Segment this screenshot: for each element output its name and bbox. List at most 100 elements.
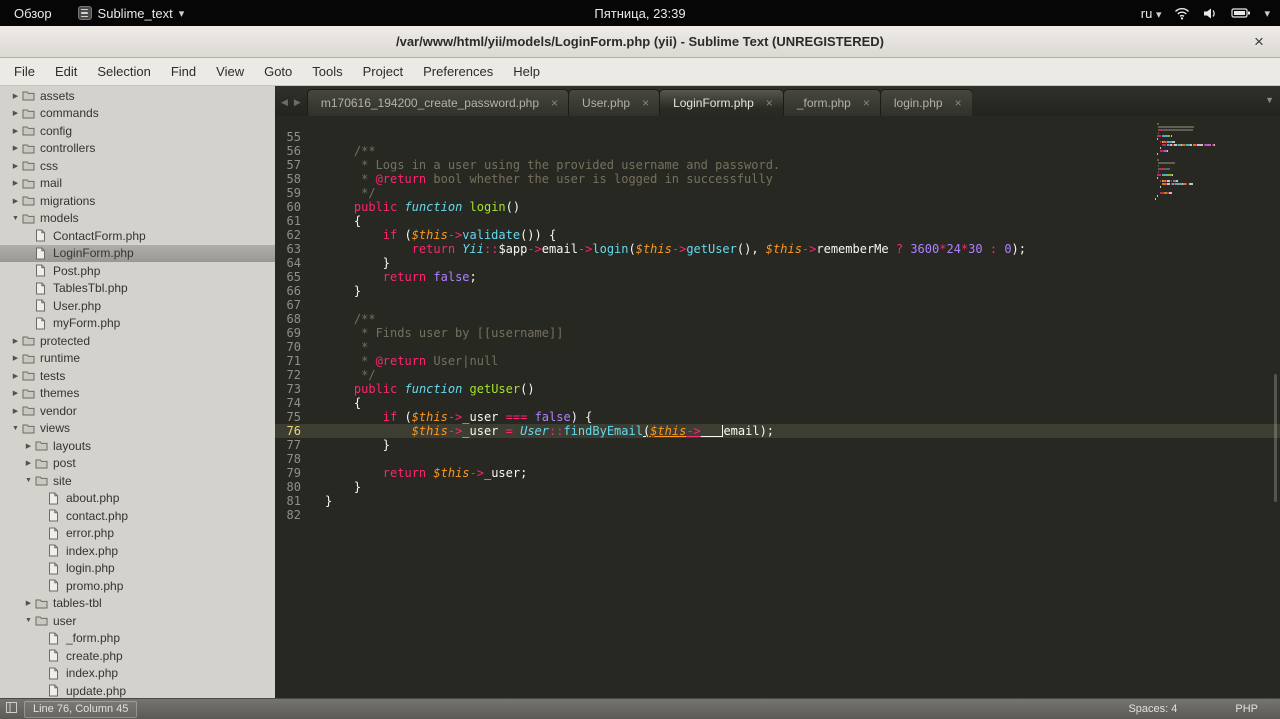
line-number[interactable]: 59 (275, 186, 315, 200)
expand-arrow-icon[interactable]: ▶ (9, 337, 22, 345)
sidebar-folder-post[interactable]: ▶ post (0, 455, 275, 473)
code-editor[interactable]: 55 56 /** 57 * Logs in a user using the pr… (275, 116, 1280, 698)
menu-view[interactable]: View (206, 59, 254, 84)
sidebar-folder-site[interactable]: ▼ site (0, 472, 275, 490)
menu-preferences[interactable]: Preferences (413, 59, 503, 84)
sidebar-file-index-php[interactable]: index.php (0, 542, 275, 560)
line-number[interactable]: 62 (275, 228, 315, 242)
line-number[interactable]: 70 (275, 340, 315, 354)
syntax-setting[interactable]: PHP (1235, 703, 1258, 715)
line-number[interactable]: 63 (275, 242, 315, 256)
expand-arrow-icon[interactable]: ▶ (9, 127, 22, 135)
sidebar-folder-layouts[interactable]: ▶ layouts (0, 437, 275, 455)
line-number[interactable]: 65 (275, 270, 315, 284)
code-line-75[interactable]: 75 if ($this->_user === false) { (275, 410, 1280, 424)
expand-arrow-icon[interactable]: ▶ (9, 109, 22, 117)
sidebar-file-update-php[interactable]: update.php (0, 682, 275, 698)
tab-login-php[interactable]: login.php × (879, 89, 972, 116)
tab-close-icon[interactable]: × (955, 96, 962, 110)
line-number[interactable]: 71 (275, 354, 315, 368)
code-line-57[interactable]: 57 * Logs in a user using the provided u… (275, 158, 1280, 172)
menu-goto[interactable]: Goto (254, 59, 302, 84)
code-line-78[interactable]: 78 (275, 452, 1280, 466)
sidebar-folder-mail[interactable]: ▶ mail (0, 175, 275, 193)
code-line-64[interactable]: 64 } (275, 256, 1280, 270)
tab-form-php[interactable]: _form.php × (782, 89, 881, 116)
sidebar-file-loginform-php[interactable]: LoginForm.php (0, 244, 275, 262)
line-number[interactable]: 60 (275, 200, 315, 214)
window-titlebar[interactable]: /var/www/html/yii/models/LoginForm.php (… (0, 26, 1280, 58)
code-line-80[interactable]: 80 } (275, 480, 1280, 494)
code-line-59[interactable]: 59 */ (275, 186, 1280, 200)
code-line-82[interactable]: 82 (275, 508, 1280, 522)
collapse-arrow-icon[interactable]: ▼ (22, 617, 35, 624)
collapse-arrow-icon[interactable]: ▼ (22, 477, 35, 484)
sidebar-file-contactform-php[interactable]: ContactForm.php (0, 227, 275, 245)
menu-tools[interactable]: Tools (302, 59, 352, 84)
code-line-76[interactable]: 76 $this->_user = User::findByEmail($thi… (275, 424, 1280, 438)
menu-find[interactable]: Find (161, 59, 206, 84)
code-line-74[interactable]: 74 { (275, 396, 1280, 410)
code-line-60[interactable]: 60 public function login() (275, 200, 1280, 214)
system-tray[interactable]: ru ▾ ▾ (1141, 6, 1270, 21)
minimap[interactable] (1155, 120, 1270, 204)
sidebar-folder-themes[interactable]: ▶ themes (0, 385, 275, 403)
indentation-setting[interactable]: Spaces: 4 (1128, 703, 1177, 715)
line-number[interactable]: 61 (275, 214, 315, 228)
sidebar-file-create-php[interactable]: create.php (0, 647, 275, 665)
sidebar-folder-controllers[interactable]: ▶ controllers (0, 140, 275, 158)
sidebar-file-tablestbl-php[interactable]: TablesTbl.php (0, 280, 275, 298)
tab-scroll-left-icon[interactable]: ◀ (281, 97, 288, 108)
tab-close-icon[interactable]: × (551, 96, 558, 110)
line-number[interactable]: 72 (275, 368, 315, 382)
collapse-arrow-icon[interactable]: ▼ (9, 425, 22, 432)
code-line-70[interactable]: 70 * (275, 340, 1280, 354)
line-number[interactable]: 55 (275, 130, 315, 144)
sidebar-file-post-php[interactable]: Post.php (0, 262, 275, 280)
menu-selection[interactable]: Selection (87, 59, 160, 84)
code-line-68[interactable]: 68 /** (275, 312, 1280, 326)
code-line-81[interactable]: 81} (275, 494, 1280, 508)
line-number[interactable]: 81 (275, 494, 315, 508)
code-line-55[interactable]: 55 (275, 130, 1280, 144)
line-number[interactable]: 64 (275, 256, 315, 270)
app-menu-button[interactable]: Sublime_text ▾ (77, 6, 184, 21)
menu-project[interactable]: Project (353, 59, 413, 84)
tab-scroll-right-icon[interactable]: ▶ (294, 97, 301, 108)
expand-arrow-icon[interactable]: ▶ (22, 599, 35, 607)
line-number[interactable]: 78 (275, 452, 315, 466)
sidebar-folder-runtime[interactable]: ▶ runtime (0, 350, 275, 368)
line-number[interactable]: 74 (275, 396, 315, 410)
tab-close-icon[interactable]: × (863, 96, 870, 110)
code-line-58[interactable]: 58 * @return bool whether the user is lo… (275, 172, 1280, 186)
clock[interactable]: Пятница, 23:39 (0, 6, 1280, 21)
code-line-71[interactable]: 71 * @return User|null (275, 354, 1280, 368)
line-number[interactable]: 80 (275, 480, 315, 494)
tab-overflow-icon[interactable]: ▼ (1265, 95, 1274, 105)
vertical-scrollbar[interactable] (1274, 374, 1277, 502)
sidebar-file-login-php[interactable]: login.php (0, 560, 275, 578)
tab-close-icon[interactable]: × (642, 96, 649, 110)
line-number[interactable]: 69 (275, 326, 315, 340)
sidebar-folder-views[interactable]: ▼ views (0, 420, 275, 438)
code-line-69[interactable]: 69 * Finds user by [[username]] (275, 326, 1280, 340)
code-line-62[interactable]: 62 if ($this->validate()) { (275, 228, 1280, 242)
expand-arrow-icon[interactable]: ▶ (9, 144, 22, 152)
sidebar-folder-protected[interactable]: ▶ protected (0, 332, 275, 350)
code-line-63[interactable]: 63 return Yii::$app->email->login($this-… (275, 242, 1280, 256)
sidebar-folder-assets[interactable]: ▶ assets (0, 87, 275, 105)
code-line-79[interactable]: 79 return $this->_user; (275, 466, 1280, 480)
tab-close-icon[interactable]: × (766, 96, 773, 110)
sidebar-folder-config[interactable]: ▶ config (0, 122, 275, 140)
menu-edit[interactable]: Edit (45, 59, 87, 84)
sidebar-file-user-php[interactable]: User.php (0, 297, 275, 315)
sidebar-file-about-php[interactable]: about.php (0, 490, 275, 508)
sidebar-folder-css[interactable]: ▶ css (0, 157, 275, 175)
sidebar-folder-tables-tbl[interactable]: ▶ tables-tbl (0, 595, 275, 613)
code-line-73[interactable]: 73 public function getUser() (275, 382, 1280, 396)
expand-arrow-icon[interactable]: ▶ (9, 354, 22, 362)
line-number[interactable]: 68 (275, 312, 315, 326)
expand-arrow-icon[interactable]: ▶ (9, 179, 22, 187)
expand-arrow-icon[interactable]: ▶ (22, 459, 35, 467)
tab-user-php[interactable]: User.php × (568, 89, 661, 116)
